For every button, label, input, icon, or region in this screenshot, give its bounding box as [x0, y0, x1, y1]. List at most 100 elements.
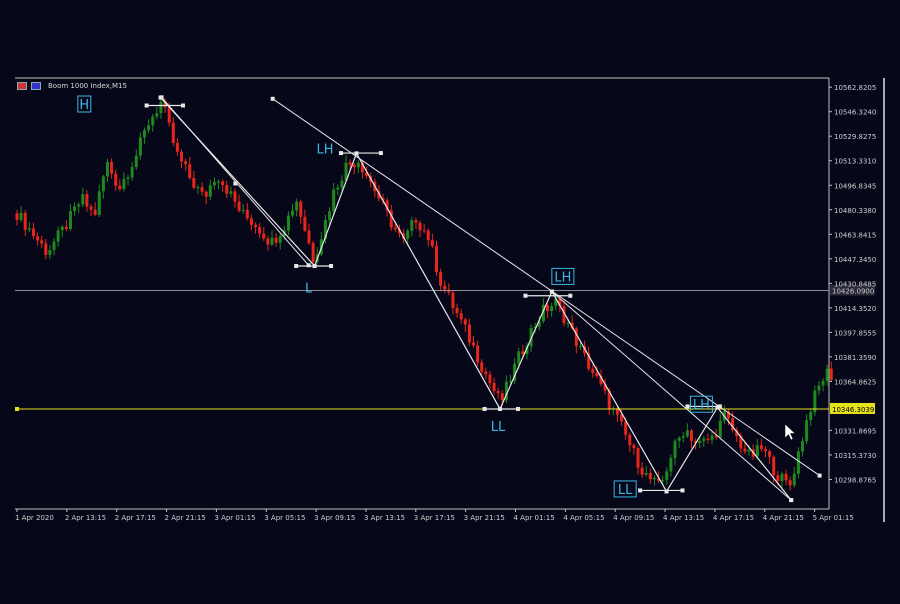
swing-level-anchor [181, 103, 186, 108]
y-tick-label: 10480.3380 [834, 207, 876, 215]
swing-label-lh: LH [317, 143, 334, 158]
bull-candle [52, 241, 56, 251]
bear-candle [451, 292, 455, 308]
y-tick-label: 10546.3240 [834, 109, 876, 117]
bull-candle [56, 230, 60, 242]
bull-candle [792, 473, 796, 486]
bear-candle [221, 181, 225, 186]
bull-candle [685, 430, 689, 437]
axes-layer: 10562.8205 10546.3240 10529.8275 10513.3310… [15, 84, 876, 522]
bull-candle [97, 191, 101, 215]
symbol-flag-icon [17, 82, 27, 90]
bear-candle [237, 201, 241, 211]
bull-candle [48, 250, 52, 255]
bear-candle [303, 216, 307, 231]
x-tick-label: 4 Apr 05:15 [563, 514, 604, 522]
bear-candle [167, 107, 171, 123]
bear-candle [574, 328, 578, 347]
bear-candle [418, 222, 422, 231]
bull-candle [755, 445, 759, 457]
bear-candle [430, 240, 434, 246]
bull-candle [710, 435, 714, 440]
bear-candle [784, 473, 788, 481]
x-tick-label: 2 Apr 17:15 [115, 514, 156, 522]
bear-candle [624, 421, 628, 435]
bear-candle [476, 345, 480, 363]
bull-candle [105, 162, 109, 177]
currency-flag-icon [31, 82, 41, 90]
swing-level-anchor [294, 264, 299, 269]
price-chart[interactable]: 10346.3039 10426.0900 H LH L LH LL LH LL 10562.… [0, 0, 900, 600]
candles-layer [15, 98, 833, 491]
bear-candle [225, 185, 229, 194]
bear-candle [175, 142, 179, 152]
bear-candle [496, 391, 500, 394]
bear-candle [36, 236, 40, 241]
current-price-label: 10346.3039 [832, 406, 874, 414]
x-tick-label: 5 Apr 01:15 [813, 514, 854, 522]
bull-candle [665, 471, 669, 481]
bear-candle [759, 445, 763, 450]
trendline-anchor [306, 263, 311, 268]
chart-window[interactable]: Boom 1000 Index,M15 10346.3039 10426.0900… [0, 0, 900, 600]
price-lines-layer: 10346.3039 10426.0900 [15, 284, 875, 414]
bull-candle [68, 211, 72, 230]
bear-candle [648, 473, 652, 480]
swing-level-anchor [329, 264, 334, 269]
bull-candle [81, 194, 85, 205]
y-tick-label: 10513.3310 [834, 158, 876, 166]
bull-candle [212, 181, 216, 186]
bear-candle [307, 230, 311, 244]
bull-candle [566, 322, 570, 324]
zigzag-point [549, 289, 554, 294]
bear-candle [829, 368, 833, 380]
bear-candle [640, 467, 644, 475]
bull-candle [817, 385, 821, 391]
x-tick-label: 3 Apr 13:15 [364, 514, 405, 522]
bear-candle [188, 164, 192, 179]
bull-candle [332, 189, 336, 212]
bear-candle [262, 233, 266, 239]
bear-candle [110, 162, 114, 174]
bear-candle [204, 191, 208, 197]
x-tick-label: 4 Apr 13:15 [663, 514, 704, 522]
bear-candle [422, 230, 426, 232]
bear-candle [467, 324, 471, 343]
bear-candle [763, 449, 767, 452]
trendline-anchor [270, 96, 275, 101]
bear-candle [636, 447, 640, 468]
swing-level-anchor [378, 151, 383, 156]
bear-candle [788, 480, 792, 486]
bear-candle [706, 438, 710, 440]
bull-candle [550, 305, 554, 312]
chart-symbol-title: Boom 1000 Index,M15 [48, 82, 127, 90]
x-tick-label: 4 Apr 21:15 [763, 514, 804, 522]
y-tick-label: 10463.8415 [834, 231, 876, 239]
bull-candle [126, 177, 130, 179]
bull-candle [517, 351, 521, 364]
trendline-anchor [817, 473, 822, 478]
bull-candle [644, 473, 648, 475]
bull-candle [718, 420, 722, 438]
bear-candle [40, 240, 44, 244]
bear-candle [31, 228, 35, 237]
bull-candle [796, 451, 800, 474]
y-tick-label: 10414.3520 [834, 305, 876, 313]
y-tick-label: 10364.8625 [834, 378, 876, 386]
zigzag-point [789, 498, 794, 503]
bear-candle [595, 373, 599, 377]
y-tick-label: 10447.3450 [834, 256, 876, 264]
bear-candle [591, 368, 595, 374]
reference-level-label: 10426.0900 [832, 288, 874, 296]
bull-candle [208, 185, 212, 197]
bear-candle [184, 161, 188, 165]
bull-candle [217, 181, 221, 183]
bear-candle [249, 218, 253, 225]
zigzag-line [160, 97, 792, 501]
bull-candle [295, 201, 299, 211]
bull-candle [278, 235, 282, 243]
bull-candle [134, 155, 138, 168]
bear-candle [114, 173, 118, 186]
bull-candle [747, 449, 751, 452]
bull-candle [196, 187, 200, 189]
